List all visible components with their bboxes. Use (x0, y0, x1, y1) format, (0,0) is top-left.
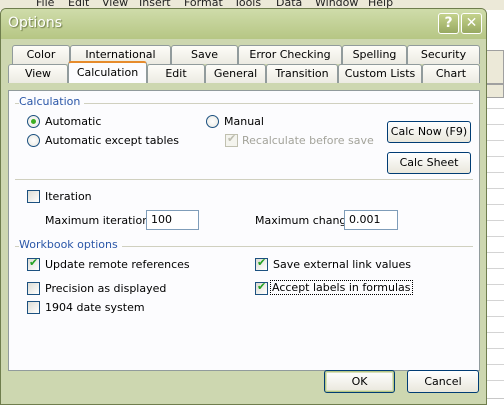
automatic-except-tables-radio[interactable] (27, 134, 40, 147)
max-iterations-input[interactable]: 100 (146, 210, 199, 230)
precision-as-displayed-label[interactable]: Precision as displayed (45, 282, 166, 295)
tab-view[interactable]: View (8, 64, 68, 83)
calc-now-button[interactable]: Calc Now (F9) (387, 121, 471, 143)
accept-labels-in-formulas-checkbox[interactable] (255, 280, 268, 295)
accept-labels-in-formulas-label[interactable]: Accept labels in formulas (270, 280, 413, 295)
update-remote-refs-label[interactable]: Update remote references (45, 258, 190, 271)
save-external-link-values-label[interactable]: Save external link values (273, 258, 411, 271)
max-change-input[interactable]: 0.001 (344, 210, 398, 230)
dialog-title: Options (8, 15, 63, 31)
precision-as-displayed-checkbox[interactable] (27, 282, 40, 295)
tab-transition[interactable]: Transition (266, 64, 338, 83)
tab-general[interactable]: General (205, 64, 266, 83)
options-dialog: Options ? ✕ Color International Save Err… (0, 8, 487, 405)
save-external-link-values-checkbox[interactable] (255, 256, 268, 271)
tab-save[interactable]: Save (171, 45, 238, 64)
toolbar-dropdown[interactable] (486, 84, 504, 98)
tab-panel-calculation: Calculation Automatic Automatic except t… (8, 90, 480, 371)
tab-calculation[interactable]: Calculation (68, 61, 147, 83)
ok-button[interactable]: OK (324, 370, 395, 393)
tab-color[interactable]: Color (12, 45, 70, 64)
tab-chart[interactable]: Chart (422, 64, 480, 83)
tab-error-checking[interactable]: Error Checking (238, 45, 342, 64)
date-system-1904-checkbox[interactable] (27, 301, 40, 314)
max-change-label: Maximum change: (255, 214, 357, 227)
max-iterations-label: Maximum iterations: (45, 214, 159, 227)
tab-edit[interactable]: Edit (147, 64, 205, 83)
date-system-1904-label[interactable]: 1904 date system (45, 301, 145, 314)
iteration-checkbox[interactable] (27, 190, 40, 203)
calc-sheet-button[interactable]: Calc Sheet (387, 152, 471, 174)
recalc-before-save-label: Recalculate before save (242, 134, 374, 147)
tab-spelling[interactable]: Spelling (342, 45, 407, 64)
recalc-before-save-checkbox[interactable] (225, 132, 238, 147)
tab-custom-lists[interactable]: Custom Lists (338, 64, 422, 83)
title-bar[interactable]: Options ? ✕ (1, 9, 486, 39)
manual-radio[interactable] (206, 115, 219, 128)
calculation-group-label: Calculation (19, 95, 85, 108)
background-spreadsheet (486, 10, 504, 405)
update-remote-refs-checkbox[interactable] (27, 256, 40, 271)
manual-label[interactable]: Manual (224, 115, 264, 128)
automatic-except-tables-label[interactable]: Automatic except tables (45, 134, 179, 147)
tab-security[interactable]: Security (407, 45, 480, 64)
workbook-options-group-label: Workbook options (19, 238, 122, 251)
automatic-radio[interactable] (27, 115, 40, 128)
cancel-button[interactable]: Cancel (407, 370, 479, 393)
iteration-label[interactable]: Iteration (45, 190, 92, 203)
help-icon[interactable]: ? (438, 13, 459, 34)
automatic-label[interactable]: Automatic (45, 115, 101, 128)
toolbar-control[interactable] (486, 50, 504, 84)
close-icon[interactable]: ✕ (461, 13, 482, 34)
